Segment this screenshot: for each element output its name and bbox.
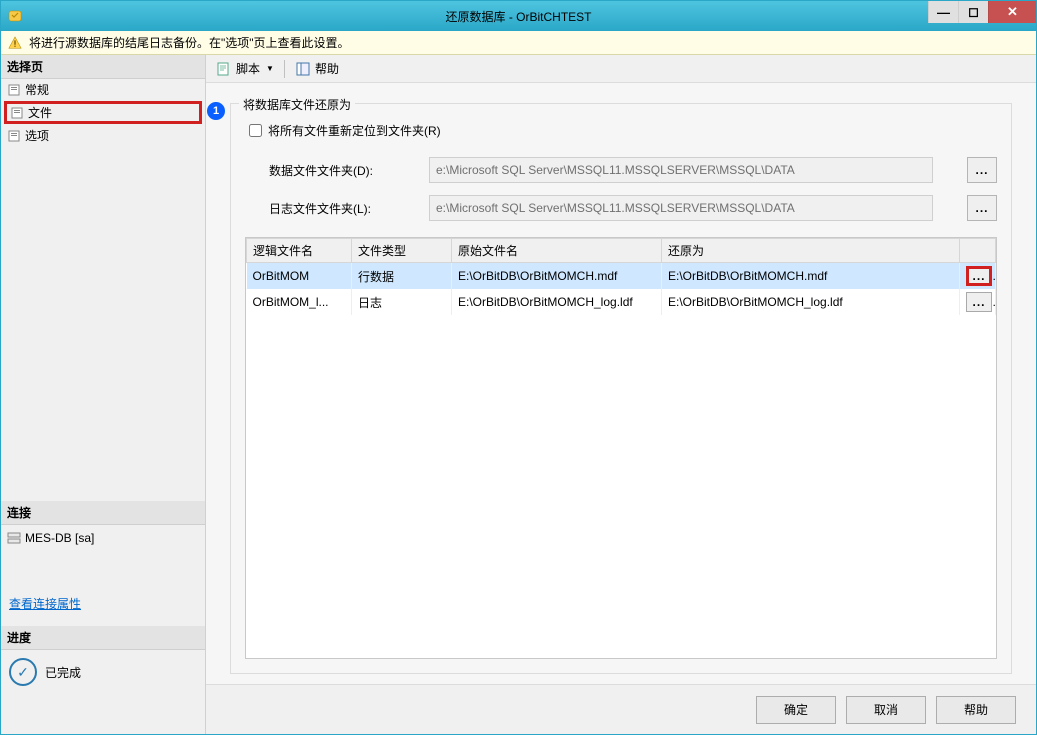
cell-orig: E:\OrBitDB\OrBitMOMCH_log.ldf — [452, 289, 662, 315]
cell-orig: E:\OrBitDB\OrBitMOMCH.mdf — [452, 263, 662, 290]
log-folder-input: e:\Microsoft SQL Server\MSSQL11.MSSQLSER… — [429, 195, 933, 221]
restore-files-group: 将数据库文件还原为 将所有文件重新定位到文件夹(R) 数据文件文件夹(D): e… — [230, 103, 1012, 674]
page-general[interactable]: 常规 — [1, 79, 205, 100]
table-header-row: 逻辑文件名 文件类型 原始文件名 还原为 — [247, 239, 996, 263]
log-folder-browse-button[interactable]: ... — [967, 195, 997, 221]
minimize-button[interactable]: — — [928, 1, 958, 23]
connection-value: MES-DB [sa] — [25, 531, 94, 545]
relocate-checkbox-row: 将所有文件重新定位到文件夹(R) — [249, 122, 997, 139]
page-icon — [7, 129, 21, 143]
page-icon — [10, 106, 24, 120]
connection-value-row: MES-DB [sa] — [1, 525, 205, 551]
maximize-button[interactable]: ◻ — [958, 1, 988, 23]
dropdown-arrow-icon: ▼ — [266, 64, 274, 73]
content-toolbar: 脚本 ▼ 帮助 — [206, 55, 1036, 83]
relocate-label: 将所有文件重新定位到文件夹(R) — [268, 122, 441, 139]
group-title: 将数据库文件还原为 — [239, 96, 355, 113]
script-label: 脚本 — [236, 60, 260, 77]
cell-restore[interactable]: E:\OrBitDB\OrBitMOMCH.mdf — [662, 263, 960, 290]
dialog-footer: 确定 取消 帮助 — [206, 684, 1036, 734]
col-btn — [960, 239, 996, 263]
cell-restore[interactable]: E:\OrBitDB\OrBitMOMCH_log.ldf — [662, 289, 960, 315]
data-folder-row: 数据文件文件夹(D): e:\Microsoft SQL Server\MSSQ… — [269, 157, 997, 183]
annotation-1: 1 — [207, 102, 225, 120]
cell-logical: OrBitMOM_l... — [247, 289, 352, 315]
page-icon — [7, 83, 21, 97]
close-button[interactable]: ✕ — [988, 1, 1036, 23]
col-type[interactable]: 文件类型 — [352, 239, 452, 263]
cell-type: 日志 — [352, 289, 452, 315]
progress-status: 已完成 — [45, 664, 81, 681]
col-restore[interactable]: 还原为 — [662, 239, 960, 263]
title-bar: 还原数据库 - OrBitCHTEST — ◻ ✕ — [1, 1, 1036, 31]
select-page-header: 选择页 — [1, 55, 205, 79]
data-folder-label: 数据文件文件夹(D): — [269, 162, 419, 179]
data-folder-input: e:\Microsoft SQL Server\MSSQL11.MSSQLSER… — [429, 157, 933, 183]
sidebar: 选择页 常规 文件 1 选项 连接 MES — [1, 55, 206, 734]
page-label: 常规 — [25, 81, 49, 98]
help-button[interactable]: 帮助 — [291, 58, 343, 79]
log-folder-label: 日志文件文件夹(L): — [269, 200, 419, 217]
help-button[interactable]: 帮助 — [936, 696, 1016, 724]
progress-row: ✓ 已完成 — [1, 650, 205, 694]
view-connection-props-link[interactable]: 查看连接属性 — [1, 591, 89, 616]
data-folder-browse-button[interactable]: ... — [967, 157, 997, 183]
page-label: 选项 — [25, 127, 49, 144]
content-pane: 脚本 ▼ 帮助 将数据库文件还原为 将所有文件重新定位到文件夹(R) — [206, 55, 1036, 734]
row-browse-button[interactable]: ... — [966, 292, 992, 312]
col-orig[interactable]: 原始文件名 — [452, 239, 662, 263]
table-row[interactable]: OrBitMOM 行数据 E:\OrBitDB\OrBitMOMCH.mdf E… — [247, 263, 996, 290]
table-row[interactable]: OrBitMOM_l... 日志 E:\OrBitDB\OrBitMOMCH_l… — [247, 289, 996, 315]
script-icon — [216, 61, 232, 77]
warning-icon — [7, 35, 23, 51]
toolbar-separator — [284, 60, 285, 78]
progress-check-icon: ✓ — [9, 658, 37, 686]
files-table: 逻辑文件名 文件类型 原始文件名 还原为 OrBitMOM — [246, 238, 996, 315]
col-logical[interactable]: 逻辑文件名 — [247, 239, 352, 263]
log-folder-row: 日志文件文件夹(L): e:\Microsoft SQL Server\MSSQ… — [269, 195, 997, 221]
script-button[interactable]: 脚本 ▼ — [212, 58, 278, 79]
warning-text: 将进行源数据库的结尾日志备份。在"选项"页上查看此设置。 — [29, 34, 350, 51]
warning-bar: 将进行源数据库的结尾日志备份。在"选项"页上查看此设置。 — [1, 31, 1036, 55]
window-controls: — ◻ ✕ — [928, 1, 1036, 23]
cell-type: 行数据 — [352, 263, 452, 290]
page-label: 文件 — [28, 104, 52, 121]
window-title: 还原数据库 - OrBitCHTEST — [446, 8, 592, 25]
dialog-body: 选择页 常规 文件 1 选项 连接 MES — [1, 55, 1036, 734]
cell-browse: ... — [960, 289, 996, 315]
help-label: 帮助 — [315, 60, 339, 77]
page-options[interactable]: 选项 — [1, 125, 205, 146]
dialog-window: 还原数据库 - OrBitCHTEST — ◻ ✕ 将进行源数据库的结尾日志备份… — [0, 0, 1037, 735]
app-icon — [7, 8, 23, 24]
ok-button[interactable]: 确定 — [756, 696, 836, 724]
page-files[interactable]: 文件 1 — [4, 101, 202, 124]
cell-logical: OrBitMOM — [247, 263, 352, 290]
main-panel: 将数据库文件还原为 将所有文件重新定位到文件夹(R) 数据文件文件夹(D): e… — [206, 83, 1036, 684]
server-icon — [7, 531, 21, 545]
cancel-button[interactable]: 取消 — [846, 696, 926, 724]
progress-header: 进度 — [1, 626, 205, 650]
connection-header: 连接 — [1, 501, 205, 525]
files-grid: 逻辑文件名 文件类型 原始文件名 还原为 OrBitMOM — [245, 237, 997, 659]
help-icon — [295, 61, 311, 77]
page-list: 常规 文件 1 选项 — [1, 79, 205, 146]
relocate-checkbox[interactable] — [249, 124, 262, 137]
row-browse-button[interactable]: ... — [966, 266, 992, 286]
cell-browse: ... 2 — [960, 263, 996, 290]
